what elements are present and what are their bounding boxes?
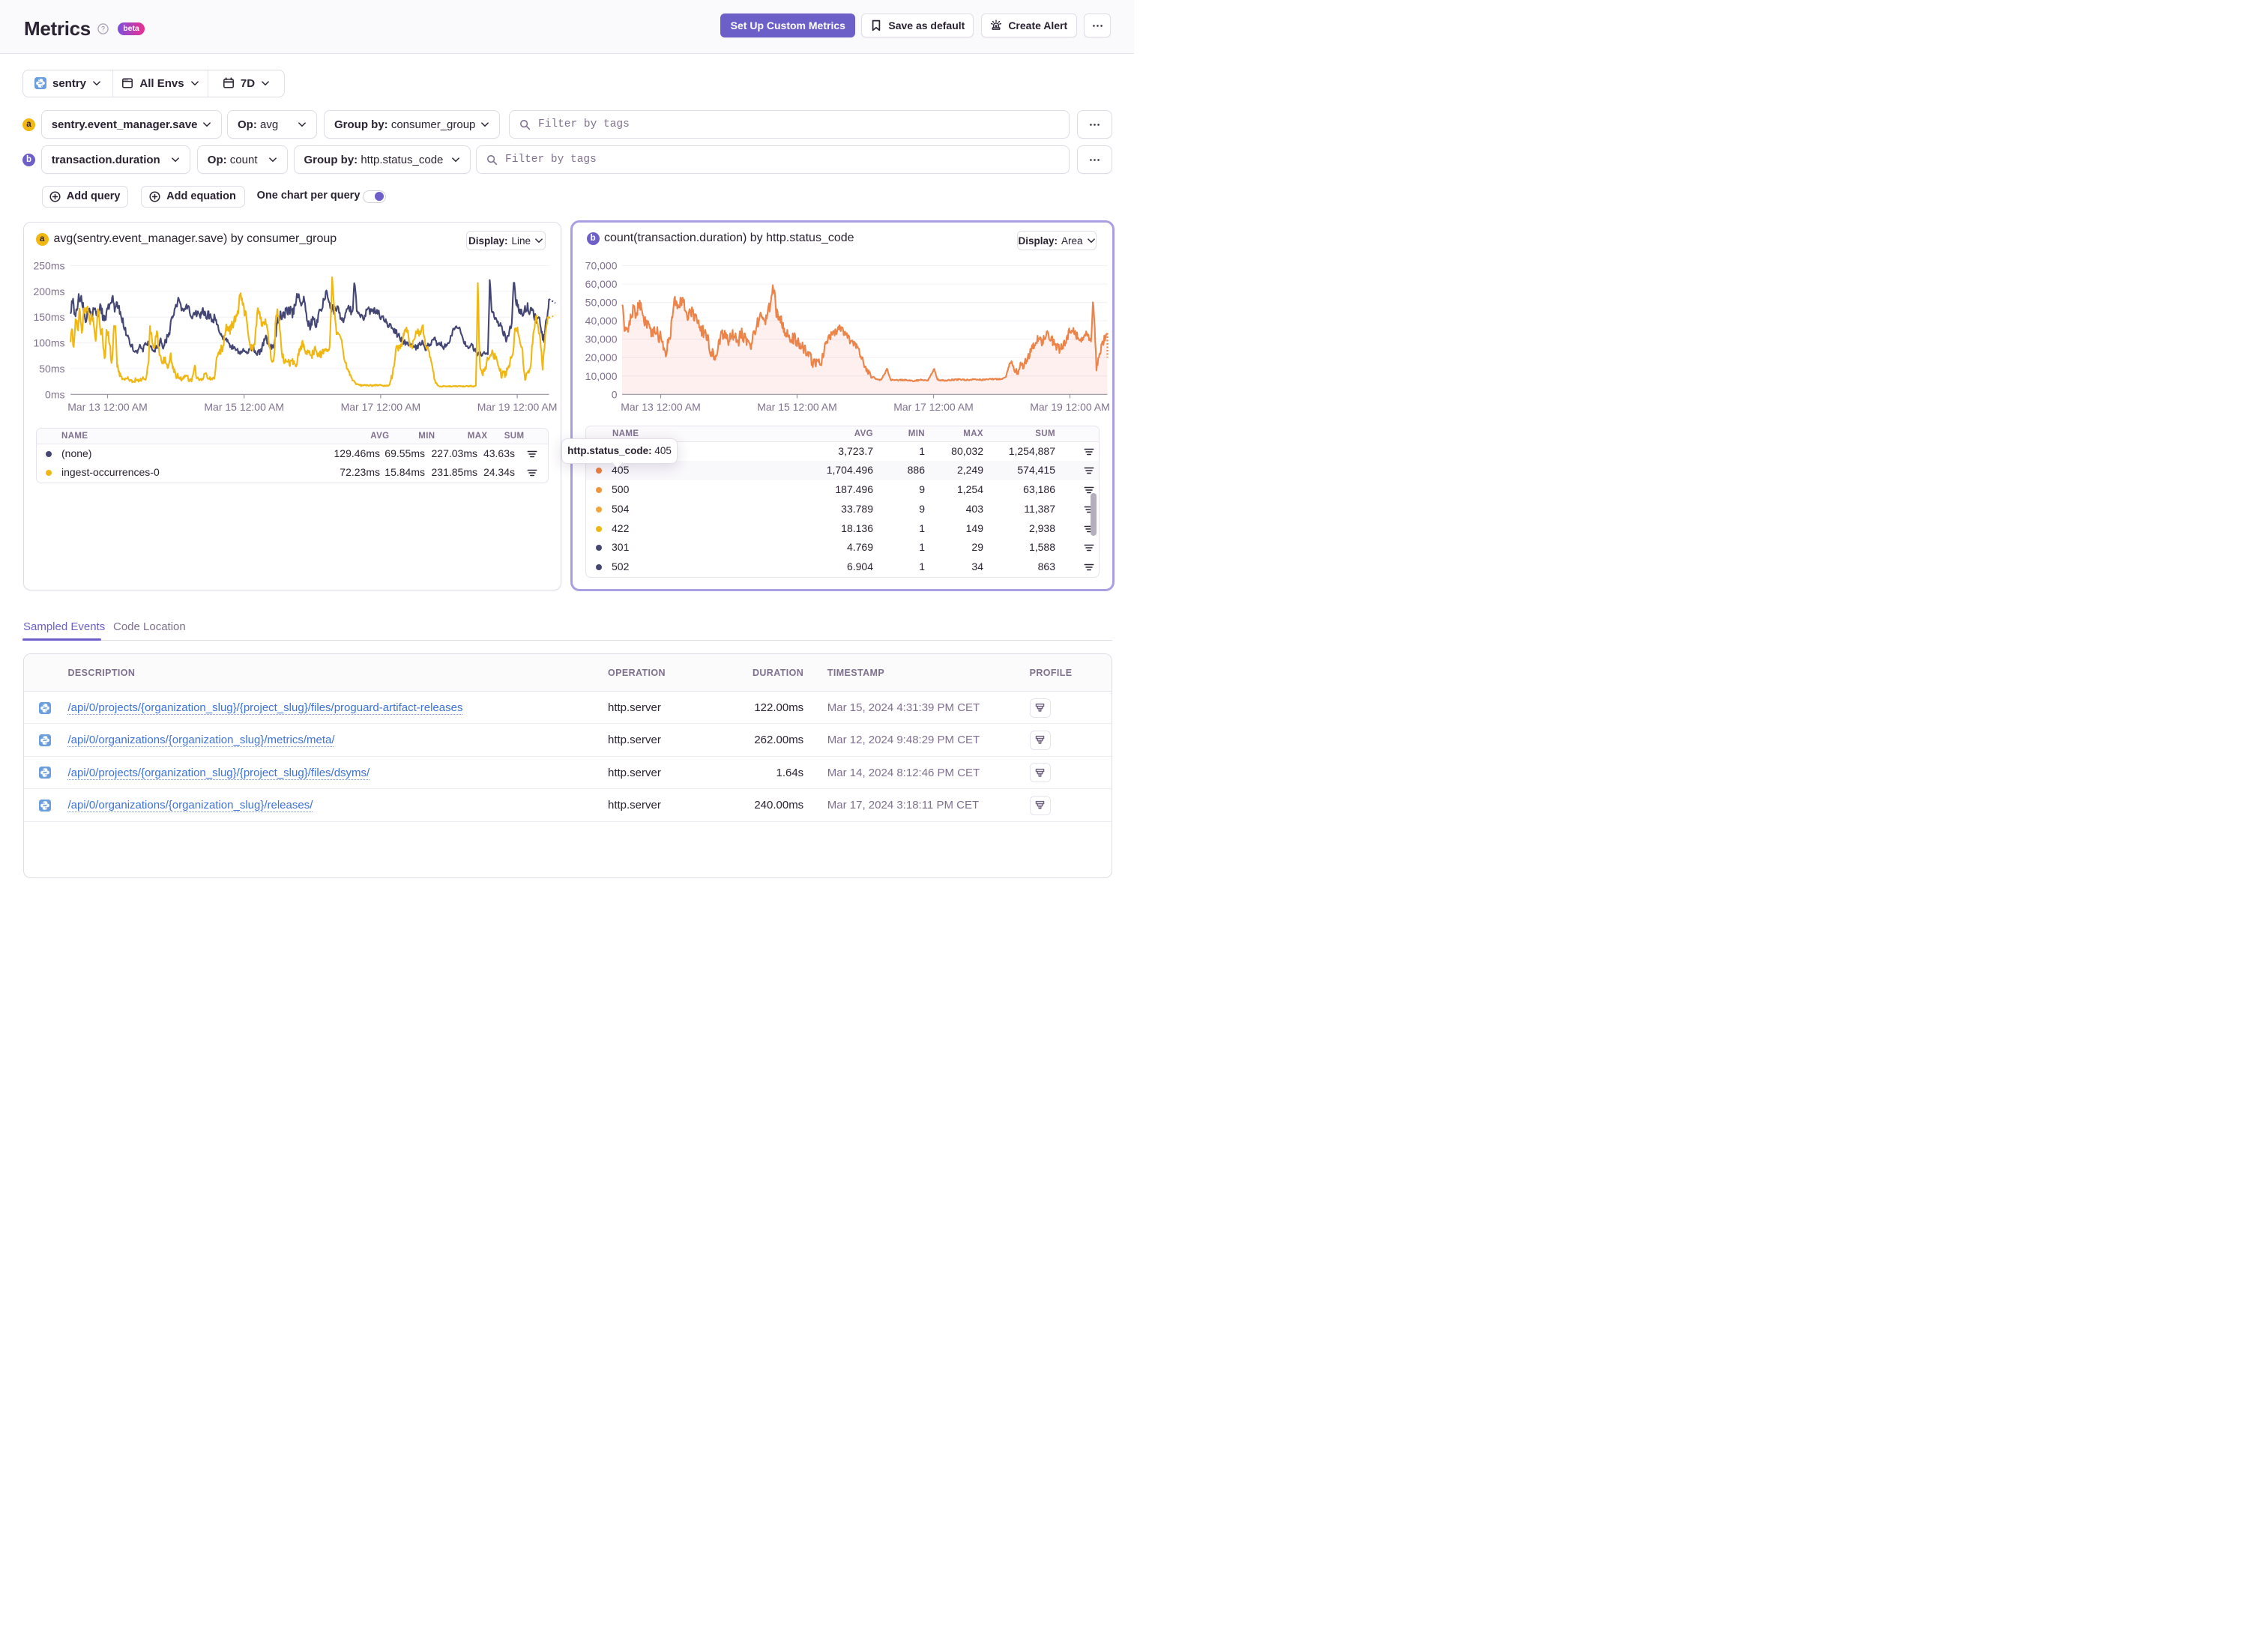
svg-text:?: ? (101, 25, 105, 32)
svg-text:Mar 13 12:00 AM: Mar 13 12:00 AM (621, 401, 701, 413)
svg-text:250ms: 250ms (33, 260, 64, 272)
svg-text:40,000: 40,000 (585, 315, 617, 327)
svg-text:Mar 19 12:00 AM: Mar 19 12:00 AM (1030, 401, 1110, 413)
svg-text:0ms: 0ms (45, 388, 64, 400)
svg-text:70,000: 70,000 (585, 260, 617, 272)
svg-text:150ms: 150ms (33, 311, 64, 323)
svg-text:10,000: 10,000 (585, 370, 617, 382)
svg-text:Mar 13 12:00 AM: Mar 13 12:00 AM (67, 401, 148, 413)
svg-text:50ms: 50ms (39, 363, 64, 375)
svg-text:Mar 15 12:00 AM: Mar 15 12:00 AM (757, 401, 837, 413)
svg-text:200ms: 200ms (33, 285, 64, 297)
svg-text:0: 0 (611, 388, 617, 400)
svg-text:Mar 15 12:00 AM: Mar 15 12:00 AM (204, 401, 284, 413)
svg-text:60,000: 60,000 (585, 278, 617, 290)
svg-text:50,000: 50,000 (585, 297, 617, 309)
svg-text:20,000: 20,000 (585, 351, 617, 363)
svg-text:Mar 19 12:00 AM: Mar 19 12:00 AM (477, 401, 557, 413)
svg-text:Mar 17 12:00 AM: Mar 17 12:00 AM (893, 401, 974, 413)
svg-text:30,000: 30,000 (585, 333, 617, 345)
svg-text:Mar 17 12:00 AM: Mar 17 12:00 AM (340, 401, 420, 413)
svg-text:100ms: 100ms (33, 337, 64, 349)
